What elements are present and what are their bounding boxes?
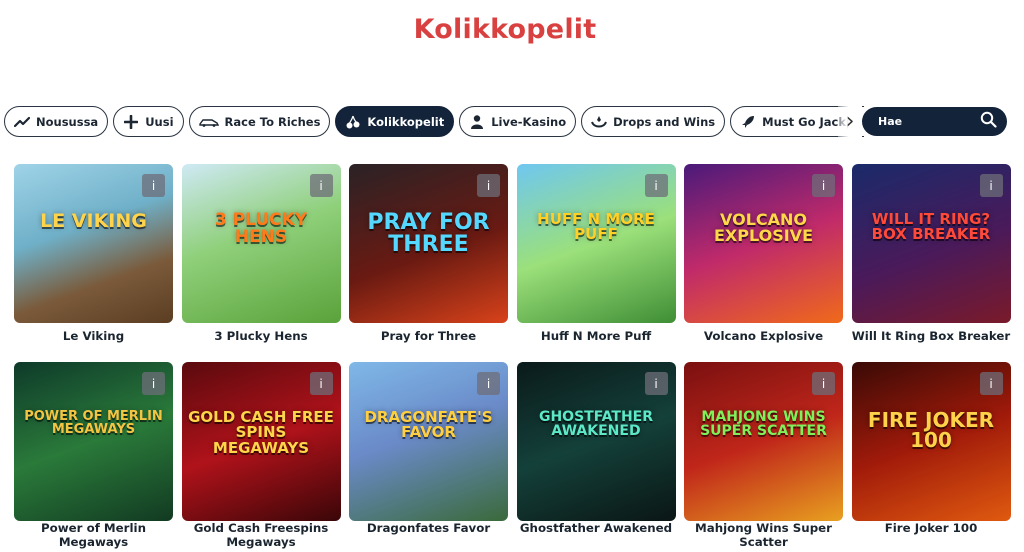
game-title: Fire Joker 100	[884, 521, 978, 535]
info-icon[interactable]: i	[644, 174, 668, 197]
info-icon[interactable]: i	[979, 372, 1003, 395]
game-tile[interactable]: VOLCANO EXPLOSIVE i Volcano Explosive	[684, 164, 843, 343]
game-tile[interactable]: MAHJONG WINS SUPER SCATTER i Mahjong Wins …	[684, 362, 843, 549]
game-logo-art: 3 PLUCKY HENS	[214, 210, 308, 248]
game-title: Volcano Explosive	[703, 329, 824, 343]
game-tile[interactable]: POWER OF MERLIN MEGAWAYS i Power of Merlin…	[14, 362, 173, 549]
game-tile[interactable]: WILL IT RING? BOX BREAKER i Will It Ring B…	[851, 164, 1011, 343]
filter-chip-label: Drops and Wins	[613, 114, 716, 129]
game-thumbnail[interactable]: 3 PLUCKY HENS i	[181, 164, 341, 323]
filter-chip-kolikkopelit[interactable]: Kolikkopelit	[335, 106, 455, 137]
filter-chip-label: Uusi	[145, 114, 174, 129]
game-title: Gold Cash Freespins Megaways	[193, 521, 329, 549]
info-icon[interactable]: i	[477, 372, 500, 395]
game-logo-art: GOLD CASH FREE SPINS MEGAWAYS	[188, 408, 334, 457]
game-tile[interactable]: FIRE JOKER 100 i Fire Joker 100	[851, 362, 1011, 549]
game-thumbnail[interactable]: LE VIKING i	[14, 164, 173, 323]
info-icon[interactable]: i	[142, 174, 165, 197]
search-icon[interactable]	[980, 111, 997, 132]
rocket-icon	[740, 114, 756, 130]
filter-chip-label: Race To Riches	[224, 114, 321, 129]
game-title: Ghostfather Awakened	[519, 521, 673, 535]
game-thumbnail[interactable]: PRAY FOR THREE i	[349, 164, 508, 323]
plus-icon	[123, 114, 139, 130]
game-logo-art: FIRE JOKER 100	[867, 408, 995, 453]
info-icon[interactable]: i	[309, 372, 333, 395]
game-thumbnail[interactable]: GHOSTFATHER AWAKENED i	[516, 362, 676, 521]
game-title: Huff N More Puff	[540, 329, 652, 343]
info-icon[interactable]: i	[644, 372, 668, 395]
search-input[interactable]	[878, 115, 968, 128]
game-thumbnail[interactable]: VOLCANO EXPLOSIVE i	[684, 164, 843, 323]
game-thumbnail[interactable]: DRAGONFATE'S FAVOR i	[349, 362, 508, 521]
game-thumbnail[interactable]: MAHJONG WINS SUPER SCATTER i	[684, 362, 843, 521]
info-icon[interactable]: i	[812, 372, 835, 395]
filter-chip-drops-and-wins[interactable]: Drops and Wins	[581, 106, 726, 137]
game-logo-art: PRAY FOR THREE	[367, 210, 490, 258]
filter-chip-label: Live-Kasino	[491, 114, 567, 129]
filter-chip-uusi[interactable]: Uusi	[113, 106, 184, 137]
game-tile[interactable]: PRAY FOR THREE i Pray for Three	[349, 164, 508, 343]
game-tile[interactable]: HUFF N MORE PUFF i Huff N More Puff	[516, 164, 676, 343]
game-title: Power of Merlin Megaways	[41, 521, 146, 549]
info-icon[interactable]: i	[309, 174, 333, 197]
filter-chip-nousussa[interactable]: Nousussa	[4, 106, 109, 137]
game-title: Pray for Three	[380, 329, 477, 343]
search-box[interactable]	[862, 107, 1007, 136]
game-thumbnail[interactable]: HUFF N MORE PUFF i	[516, 164, 676, 323]
category-filter-bar: Nousussa Uusi Race To Riches Kolikkopeli…	[4, 106, 864, 138]
game-title: Mahjong Wins Super Scatter	[695, 521, 832, 549]
game-title: 3 Plucky Hens	[214, 329, 308, 343]
game-logo-art: POWER OF MERLIN MEGAWAYS	[24, 409, 163, 438]
filter-chip-label: Kolikkopelit	[367, 114, 445, 129]
game-logo-art: MAHJONG WINS SUPER SCATTER	[700, 409, 827, 440]
game-thumbnail[interactable]: GOLD CASH FREE SPINS MEGAWAYS i	[181, 362, 341, 521]
scroll-right-chevron-icon[interactable]: ›	[838, 106, 862, 137]
game-title: Will It Ring Box Breaker	[851, 329, 1011, 343]
drops-icon	[591, 114, 608, 130]
game-tile[interactable]: LE VIKING i Le Viking	[14, 164, 173, 343]
cherries-icon	[345, 114, 361, 130]
race-car-icon	[198, 114, 219, 130]
game-thumbnail[interactable]: FIRE JOKER 100 i	[851, 362, 1011, 521]
info-icon[interactable]: i	[979, 174, 1003, 197]
game-logo-art: LE VIKING	[40, 210, 147, 232]
game-title: Dragonfates Favor	[366, 521, 491, 535]
game-tile[interactable]: 3 PLUCKY HENS i 3 Plucky Hens	[181, 164, 341, 343]
info-icon[interactable]: i	[142, 372, 165, 395]
game-thumbnail[interactable]: POWER OF MERLIN MEGAWAYS i	[14, 362, 173, 521]
info-icon[interactable]: i	[477, 174, 500, 197]
filter-chip-race-to-riches[interactable]: Race To Riches	[188, 106, 331, 137]
filter-chip-live-kasino[interactable]: Live-Kasino	[459, 106, 577, 137]
info-icon[interactable]: i	[812, 174, 835, 197]
game-tile[interactable]: DRAGONFATE'S FAVOR i Dragonfates Favor	[349, 362, 508, 549]
game-logo-art: VOLCANO EXPLOSIVE	[713, 210, 813, 246]
game-thumbnail[interactable]: WILL IT RING? BOX BREAKER i	[851, 164, 1011, 323]
game-tile[interactable]: GHOSTFATHER AWAKENED i Ghostfather Awakene…	[516, 362, 676, 549]
game-logo-art: GHOSTFATHER AWAKENED	[538, 409, 654, 440]
game-logo-art: HUFF N MORE PUFF	[537, 210, 655, 244]
game-tile[interactable]: GOLD CASH FREE SPINS MEGAWAYS i Gold Cash …	[181, 362, 341, 549]
dealer-icon	[469, 114, 485, 130]
game-title: Le Viking	[62, 329, 125, 343]
trending-up-icon	[14, 114, 30, 130]
game-logo-art: DRAGONFATE'S FAVOR	[364, 408, 493, 442]
game-logo-art: WILL IT RING? BOX BREAKER	[871, 210, 991, 244]
game-grid: LE VIKING i Le Viking 3 PLUCKY HENS i 3 Pluck…	[14, 164, 1011, 549]
page-title: Kolikkopelit	[413, 14, 597, 45]
filter-chip-label: Nousussa	[36, 114, 99, 129]
